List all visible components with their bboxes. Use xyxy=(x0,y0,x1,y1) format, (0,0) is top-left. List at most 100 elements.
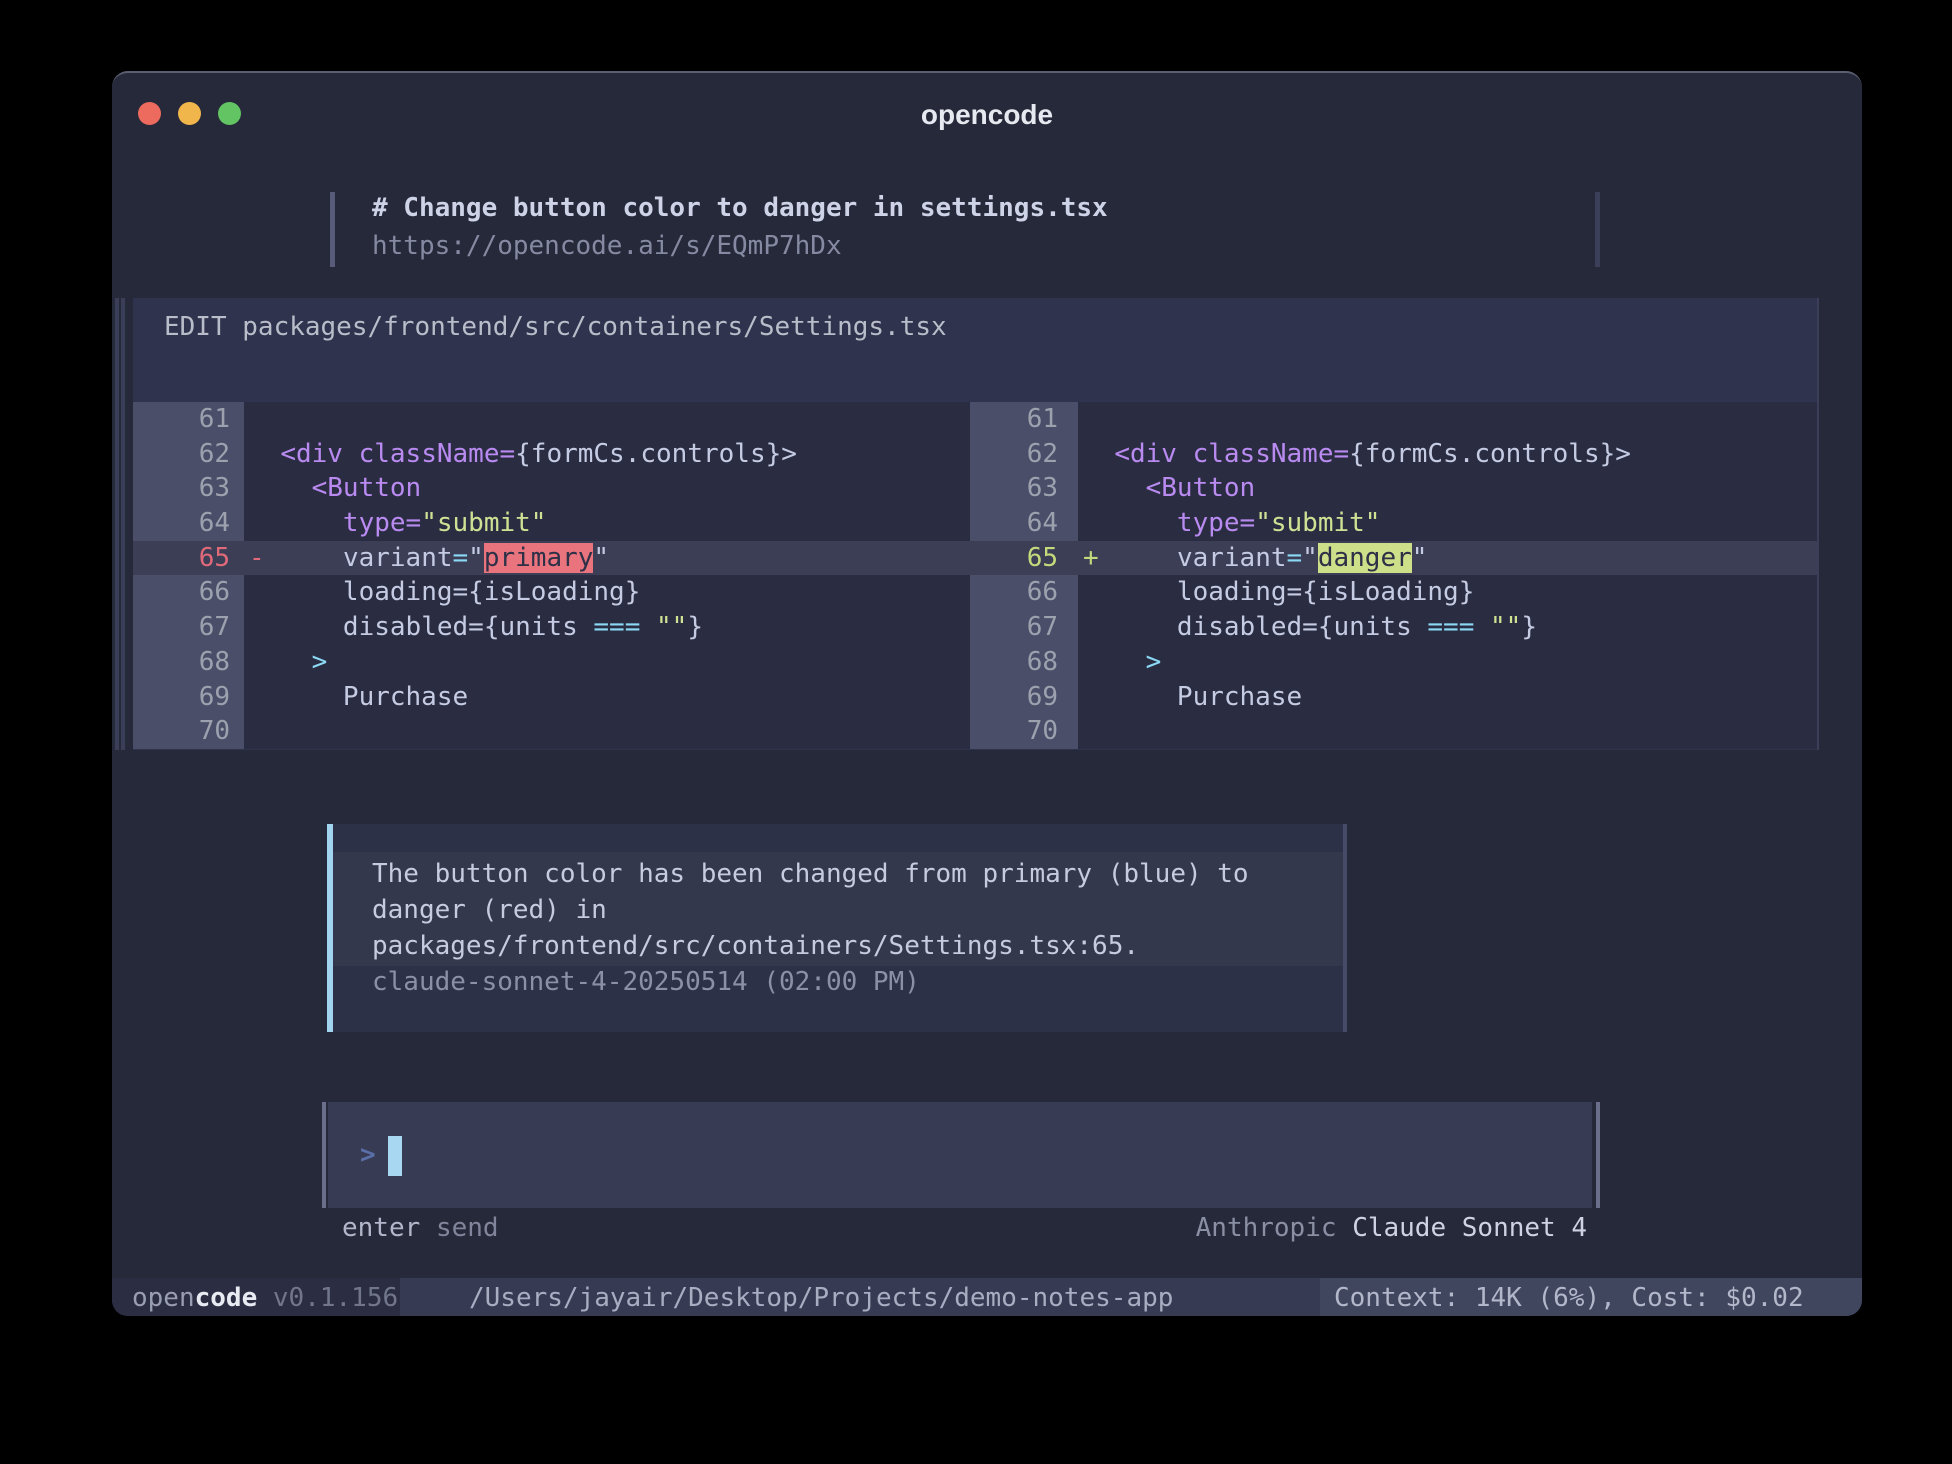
code-token: variant xyxy=(343,543,453,573)
diff-row: 63 <Button63 <Button xyxy=(133,471,1817,506)
code-token xyxy=(1099,543,1177,573)
code-token: type xyxy=(343,508,406,538)
line-number: 64 xyxy=(199,508,230,538)
code-token xyxy=(249,508,343,538)
diff-row: 62 <div className={formCs.controls}>62 <… xyxy=(133,437,1817,472)
code-token: variant xyxy=(1177,543,1287,573)
code-token: = xyxy=(1240,508,1256,538)
code-token: > xyxy=(1146,647,1162,677)
prompt-heading: # Change button color to danger in setti… xyxy=(372,193,1108,223)
code-token: " xyxy=(1302,543,1318,573)
line-number: 62 xyxy=(199,439,230,469)
code-line-old: - variant="primary" xyxy=(244,541,970,576)
code-line-new: loading={isLoading} xyxy=(1078,575,1817,610)
line-number: 61 xyxy=(1027,404,1058,434)
line-number-left: 65 xyxy=(133,541,244,576)
status-usage-segment: Context: 14K (6%), Cost: $0.02 xyxy=(1320,1278,1862,1316)
code-token: = xyxy=(453,577,469,607)
code-token: } xyxy=(687,612,703,642)
input-left-border xyxy=(322,1102,326,1208)
code-token: " xyxy=(593,543,609,573)
line-number-right: 62 xyxy=(970,437,1078,472)
code-token: === xyxy=(1427,612,1474,642)
code-token xyxy=(343,439,359,469)
code-token: } xyxy=(1521,612,1537,642)
send-action-label: send xyxy=(436,1213,499,1243)
code-token: " xyxy=(1412,543,1428,573)
provider-label: Anthropic xyxy=(1196,1213,1353,1243)
message-body: The button color has been changed from p… xyxy=(372,856,1249,964)
code-line-old: type="submit" xyxy=(244,506,970,541)
code-token xyxy=(249,577,343,607)
code-token: " xyxy=(468,543,484,573)
diff-row: 67 disabled={units === ""}67 disabled={u… xyxy=(133,610,1817,645)
code-line-new: Purchase xyxy=(1078,680,1817,715)
app-version: opencode v0.1.156 xyxy=(132,1278,398,1316)
share-url: https://opencode.ai/s/EQmP7hDx xyxy=(372,231,842,261)
line-number-right: 66 xyxy=(970,575,1078,610)
code-token: <Button xyxy=(312,473,422,503)
line-number-left: 69 xyxy=(133,680,244,715)
diff-row: 64 type="submit"64 type="submit" xyxy=(133,506,1817,541)
code-token: > xyxy=(312,647,328,677)
code-token xyxy=(640,612,656,642)
app-window: opencode # Change button color to danger… xyxy=(112,71,1862,1316)
code-token: + xyxy=(1083,543,1099,573)
code-token: {units xyxy=(1318,612,1428,642)
line-number-right: 65 xyxy=(970,541,1078,576)
line-number: 65 xyxy=(1027,543,1058,573)
code-token: "submit" xyxy=(1255,508,1380,538)
line-number: 68 xyxy=(1027,647,1058,677)
code-token xyxy=(249,439,280,469)
line-number-left: 66 xyxy=(133,575,244,610)
code-token xyxy=(1083,577,1177,607)
code-token: Purchase xyxy=(249,682,468,712)
edit-tool-panel: EDIT packages/frontend/src/containers/Se… xyxy=(133,298,1817,750)
code-token xyxy=(1177,439,1193,469)
code-line-old: <div className={formCs.controls}> xyxy=(244,437,970,472)
text-cursor xyxy=(388,1136,402,1176)
line-number: 64 xyxy=(1027,508,1058,538)
code-line-old: Purchase xyxy=(244,680,970,715)
diff-row: 61 61 xyxy=(133,402,1817,437)
code-line-old: > xyxy=(244,645,970,680)
code-token: === xyxy=(593,612,640,642)
diff-rows: 616162 <div className={formCs.controls}>… xyxy=(133,402,1817,749)
line-number-left: 70 xyxy=(133,714,244,749)
line-number: 67 xyxy=(199,612,230,642)
code-token xyxy=(1083,508,1177,538)
panel-left-border-inner xyxy=(121,298,125,750)
code-token: danger xyxy=(1318,543,1412,573)
model-indicator: Anthropic Claude Sonnet 4 xyxy=(1196,1213,1587,1243)
code-line-old: loading={isLoading} xyxy=(244,575,970,610)
app-name-code: code xyxy=(195,1283,258,1313)
code-token: {isLoading} xyxy=(1302,577,1474,607)
line-number-left: 61 xyxy=(133,402,244,437)
prompt-quote-bar-left xyxy=(330,192,335,267)
message-line: packages/frontend/src/containers/Setting… xyxy=(372,928,1249,964)
code-token: "" xyxy=(1490,612,1521,642)
line-number-left: 68 xyxy=(133,645,244,680)
line-number: 66 xyxy=(1027,577,1058,607)
prompt-quote-bar-right xyxy=(1595,192,1600,267)
line-number-left: 63 xyxy=(133,471,244,506)
code-token: = xyxy=(468,612,484,642)
line-number: 63 xyxy=(199,473,230,503)
code-token: "submit" xyxy=(421,508,546,538)
line-number: 69 xyxy=(199,682,230,712)
code-token xyxy=(1083,439,1114,469)
code-token xyxy=(249,473,312,503)
line-number: 67 xyxy=(1027,612,1058,642)
code-line-old xyxy=(244,714,970,749)
code-line-new: <Button xyxy=(1078,471,1817,506)
code-token: {isLoading} xyxy=(468,577,640,607)
line-number-left: 62 xyxy=(133,437,244,472)
code-token xyxy=(1083,473,1146,503)
title-bar: opencode xyxy=(112,73,1862,129)
code-token xyxy=(1083,612,1177,642)
message-line: The button color has been changed from p… xyxy=(372,856,1249,892)
line-number-right: 63 xyxy=(970,471,1078,506)
message-content: The button color has been changed from p… xyxy=(372,856,1249,1000)
prompt-input[interactable]: > xyxy=(328,1102,1592,1208)
enter-key-hint: enter xyxy=(342,1213,420,1243)
